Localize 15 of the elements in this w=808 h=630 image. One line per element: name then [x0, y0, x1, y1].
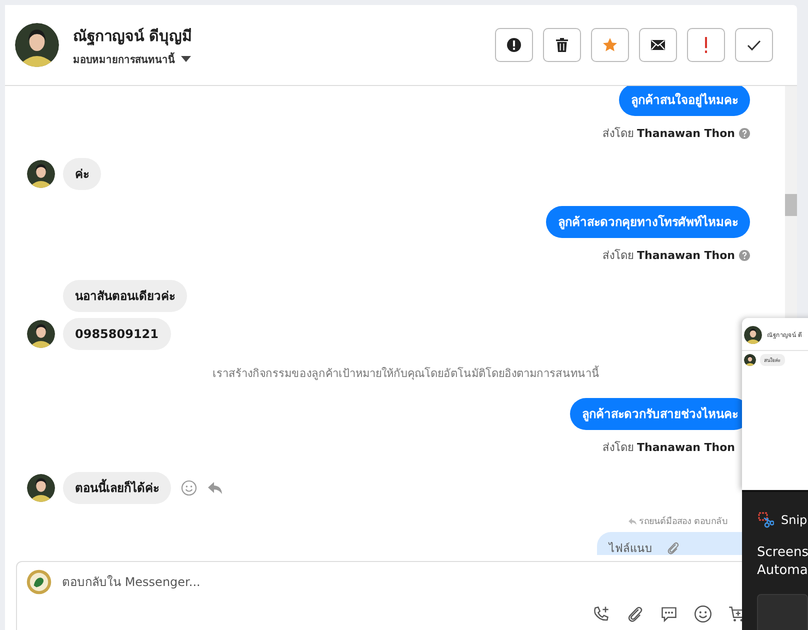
reply-reference: รถยนต์มือสอง ตอบกลับ [639, 515, 728, 528]
message-bubble: 0985809121 [63, 318, 170, 350]
sender-label: ส่งโดย Thanawan Thon [602, 440, 735, 456]
notification-text: Automa [756, 562, 808, 580]
message-bubble: ลูกค้าสะดวกคุยทางโทรศัพท์ไหมคะ [546, 206, 750, 238]
sender-label: ส่งโดย Thanawan Thon [602, 126, 735, 142]
notification-text: Screens [756, 544, 808, 562]
app-name: Snip [781, 513, 808, 527]
message-bubble: ลูกค้าสนใจอยู่ไหมคะ [619, 86, 750, 116]
system-notice: เราสร้างกิจกรรมของลูกค้าเป้าหมายให้กับคุณโดยอัตโนมัติโดยอิงตามการสนทนานี้ [212, 364, 600, 382]
message-bubble: นอาสันตอนเดียวค่ะ [63, 280, 187, 312]
message-bubble: ตอนนี้เลยก็ได้ค่ะ [63, 472, 171, 504]
sender-label: ส่งโดย Thanawan Thon [602, 248, 735, 264]
message-bubble: ค่ะ [63, 158, 101, 190]
contact-name: ณัฐกาญจน์ ดีบุญมี [73, 26, 192, 48]
